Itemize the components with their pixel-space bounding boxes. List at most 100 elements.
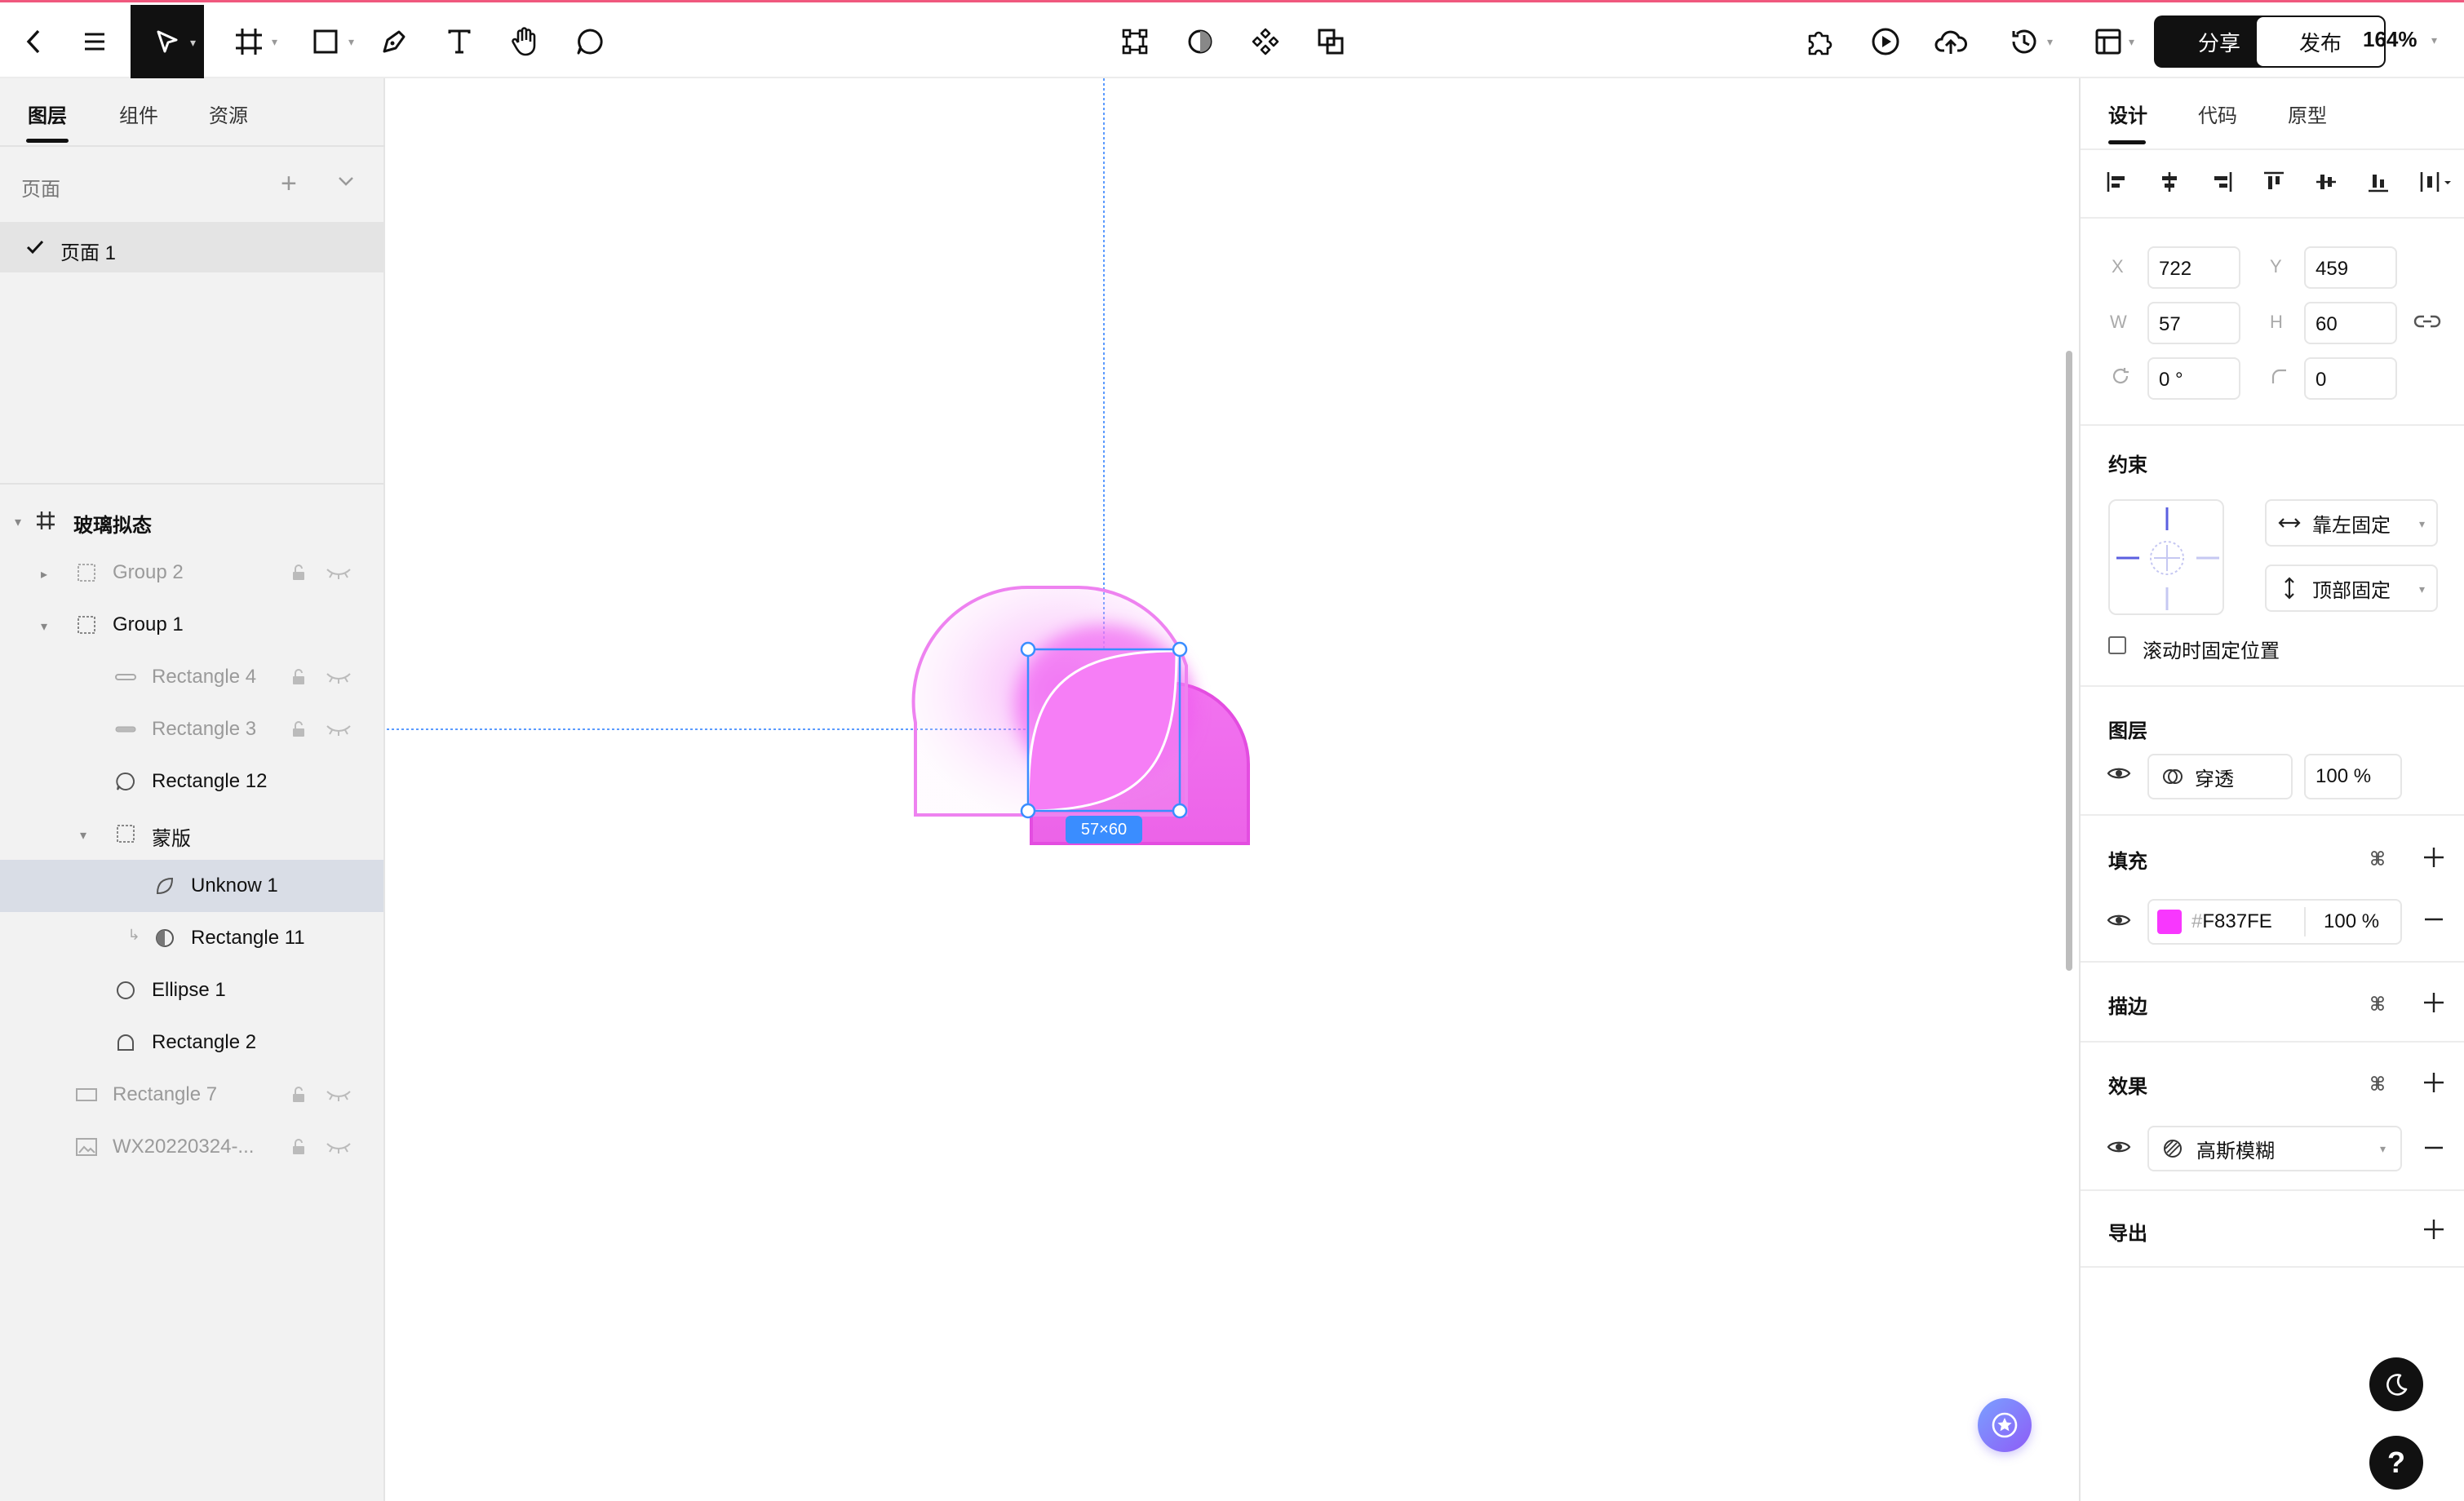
x-input[interactable]: 722 xyxy=(2147,246,2240,289)
tab-prototype[interactable]: 原型 xyxy=(2288,100,2327,128)
eye-icon[interactable] xyxy=(2107,1139,2131,1155)
collapse-arrow-icon[interactable]: ▾ xyxy=(80,827,86,843)
layer-row[interactable]: ▾ 蒙版 xyxy=(0,808,383,860)
style-grid-icon[interactable] xyxy=(2368,848,2387,868)
height-input[interactable]: 60 xyxy=(2304,302,2397,344)
history-button[interactable]: ▾ xyxy=(1996,14,2053,69)
component-button[interactable] xyxy=(1115,14,1155,69)
align-left-icon[interactable] xyxy=(2105,170,2129,194)
constraint-widget[interactable] xyxy=(2108,499,2224,615)
align-top-icon[interactable] xyxy=(2262,170,2286,194)
upload-button[interactable] xyxy=(1930,14,1971,69)
layer-row[interactable]: ▸ Group 2 xyxy=(0,547,383,599)
tab-components[interactable]: 组件 xyxy=(119,100,158,128)
horizontal-constraint-dropdown[interactable]: 靠左固定 ▾ xyxy=(2265,499,2438,547)
hand-tool-button[interactable] xyxy=(504,14,545,69)
layer-row[interactable]: Rectangle 2 xyxy=(0,1016,383,1069)
layer-row[interactable]: ↳ Rectangle 11 xyxy=(0,912,383,964)
vertical-constraint-dropdown[interactable]: 顶部固定 ▾ xyxy=(2265,565,2438,612)
move-tool-button[interactable]: ▾ xyxy=(131,5,204,79)
pen-tool-button[interactable] xyxy=(374,14,414,69)
eye-closed-icon[interactable] xyxy=(325,720,352,739)
expand-arrow-icon[interactable]: ▸ xyxy=(41,566,47,582)
frame-tool-button[interactable]: ▾ xyxy=(220,14,277,69)
width-input[interactable]: 57 xyxy=(2147,302,2240,344)
dark-mode-button[interactable] xyxy=(2369,1357,2423,1411)
corner-radius-input[interactable]: 0 xyxy=(2304,357,2397,400)
resize-handle[interactable] xyxy=(1172,641,1188,658)
canvas-scrollbar[interactable] xyxy=(2066,351,2072,971)
rectangle-tool-button[interactable]: ▾ xyxy=(297,14,354,69)
layer-row[interactable]: WX20220324-... xyxy=(0,1121,383,1173)
eye-icon[interactable] xyxy=(2107,912,2131,928)
help-button[interactable]: ? xyxy=(2369,1436,2423,1490)
align-right-icon[interactable] xyxy=(2209,170,2234,194)
lock-icon[interactable] xyxy=(289,720,308,739)
tab-layers[interactable]: 图层 xyxy=(28,100,67,128)
layer-row[interactable]: Rectangle 12 xyxy=(0,755,383,808)
layer-row[interactable]: Rectangle 3 xyxy=(0,703,383,755)
page-item[interactable]: 页面 1 xyxy=(0,222,383,272)
layer-row-selected[interactable]: Unknow 1 xyxy=(0,860,383,912)
layout-button[interactable]: ▾ xyxy=(2082,14,2134,69)
star-assistant-button[interactable] xyxy=(1978,1398,2032,1452)
menu-button[interactable] xyxy=(72,14,117,69)
zoom-caret-icon[interactable]: ▾ xyxy=(2431,33,2437,47)
eye-closed-icon[interactable] xyxy=(325,1137,352,1157)
collapse-arrow-icon[interactable]: ▾ xyxy=(15,514,21,530)
align-center-v-icon[interactable] xyxy=(2314,170,2338,194)
plugins-button[interactable] xyxy=(1800,14,1841,69)
y-input[interactable]: 459 xyxy=(2304,246,2397,289)
create-component-button[interactable] xyxy=(1245,14,1286,69)
resize-handle[interactable] xyxy=(1020,641,1036,658)
add-stroke-icon[interactable] xyxy=(2422,990,2446,1015)
add-fill-icon[interactable] xyxy=(2422,845,2446,870)
lock-icon[interactable] xyxy=(289,667,308,687)
eye-closed-icon[interactable] xyxy=(325,1085,352,1105)
effect-type-select[interactable]: 高斯模糊 ▾ xyxy=(2147,1126,2402,1171)
distribute-icon[interactable] xyxy=(2418,170,2453,194)
remove-effect-icon[interactable] xyxy=(2423,1145,2444,1150)
layer-row[interactable]: ▾ 玻璃拟态 xyxy=(0,494,383,547)
align-bottom-icon[interactable] xyxy=(2366,170,2391,194)
lock-icon[interactable] xyxy=(289,1137,308,1157)
style-grid-icon[interactable] xyxy=(2368,994,2387,1013)
eye-icon[interactable] xyxy=(2107,765,2131,781)
layer-row[interactable]: Rectangle 4 xyxy=(0,651,383,703)
add-page-icon[interactable]: + xyxy=(281,168,297,200)
eye-closed-icon[interactable] xyxy=(325,667,352,687)
back-button[interactable] xyxy=(11,14,57,69)
style-grid-icon[interactable] xyxy=(2368,1074,2387,1093)
design-canvas[interactable]: 57×60 xyxy=(387,78,2077,1501)
layer-row[interactable]: Ellipse 1 xyxy=(0,964,383,1016)
layer-opacity-input[interactable]: 100 % xyxy=(2304,754,2402,799)
resize-handle[interactable] xyxy=(1020,803,1036,819)
tab-design[interactable]: 设计 xyxy=(2108,100,2147,128)
rotation-input[interactable]: 0 ° xyxy=(2147,357,2240,400)
lock-icon[interactable] xyxy=(289,1085,308,1105)
zoom-level[interactable]: 164% xyxy=(2363,27,2417,52)
fix-on-scroll-checkbox[interactable] xyxy=(2108,636,2126,654)
boolean-button[interactable] xyxy=(1310,14,1351,69)
tab-code[interactable]: 代码 xyxy=(2198,100,2237,128)
mask-button[interactable] xyxy=(1180,14,1221,69)
blend-mode-select[interactable]: 穿透 xyxy=(2147,754,2293,799)
collapse-arrow-icon[interactable]: ▾ xyxy=(41,618,47,635)
play-button[interactable] xyxy=(1865,14,1906,69)
constrain-proportions-icon[interactable] xyxy=(2413,313,2441,330)
layer-row[interactable]: Rectangle 7 xyxy=(0,1069,383,1121)
eye-closed-icon[interactable] xyxy=(325,563,352,582)
align-center-h-icon[interactable] xyxy=(2157,170,2182,194)
comment-tool-button[interactable] xyxy=(569,14,610,69)
text-tool-button[interactable] xyxy=(439,14,480,69)
fill-color-field[interactable]: # F837FE 100 % xyxy=(2147,899,2402,945)
chevron-down-icon[interactable] xyxy=(336,171,356,191)
remove-fill-icon[interactable] xyxy=(2423,917,2444,922)
add-export-icon[interactable] xyxy=(2422,1217,2446,1242)
fill-opacity-value[interactable]: 100 % xyxy=(2324,910,2379,933)
fill-hex-value[interactable]: F837FE xyxy=(2202,910,2271,933)
lock-icon[interactable] xyxy=(289,563,308,582)
tab-assets[interactable]: 资源 xyxy=(209,100,248,128)
resize-handle[interactable] xyxy=(1172,803,1188,819)
layer-row[interactable]: ▾ Group 1 xyxy=(0,599,383,651)
